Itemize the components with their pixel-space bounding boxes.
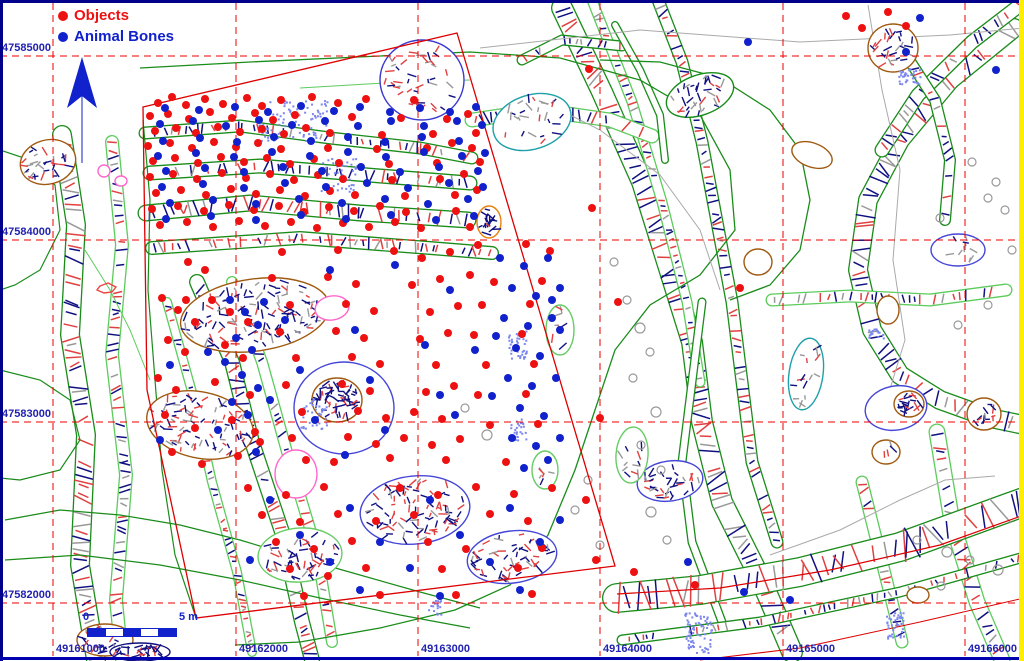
x-axis-label: 49165000: [786, 643, 835, 655]
scale-bar-segment: [158, 629, 176, 636]
x-axis-label: 49164000: [603, 643, 652, 655]
y-axis-label: 47582000: [2, 589, 51, 601]
map-border-right: [1019, 0, 1024, 661]
scale-bar-segments: [87, 628, 177, 637]
legend-label-objects: Objects: [74, 6, 129, 26]
y-axis-label: 47585000: [2, 42, 51, 54]
map-svg: [0, 0, 1024, 661]
y-axis-label: 47583000: [2, 408, 51, 420]
animal-bones-marker-icon: [58, 32, 68, 42]
x-axis-label: 49166000: [968, 643, 1017, 655]
map-border-bottom: [0, 657, 1024, 660]
scale-bar-max-label: 5 m: [179, 611, 198, 623]
legend: Objects Animal Bones: [58, 5, 174, 47]
scale-bar-segment: [106, 629, 124, 636]
objects-marker-icon: [58, 11, 68, 21]
scale-bar-segment: [88, 629, 106, 636]
scale-bar-zero-label: 0: [83, 611, 89, 623]
y-axis-label: 47584000: [2, 226, 51, 238]
scale-bar-segment: [141, 629, 159, 636]
x-axis-label: 49161000: [56, 643, 105, 655]
legend-item-animal-bones: Animal Bones: [58, 26, 174, 47]
scale-bar-segment: [123, 629, 141, 636]
map-window: Objects Animal Bones 47585000 47584000 4…: [0, 0, 1024, 661]
legend-label-animal-bones: Animal Bones: [74, 27, 174, 47]
map-border-top: [0, 0, 1024, 3]
map-border-left: [0, 0, 3, 661]
x-axis-label: 49162000: [239, 643, 288, 655]
x-axis-label: 49163000: [421, 643, 470, 655]
map-canvas[interactable]: [0, 0, 1024, 661]
legend-item-objects: Objects: [58, 5, 174, 26]
